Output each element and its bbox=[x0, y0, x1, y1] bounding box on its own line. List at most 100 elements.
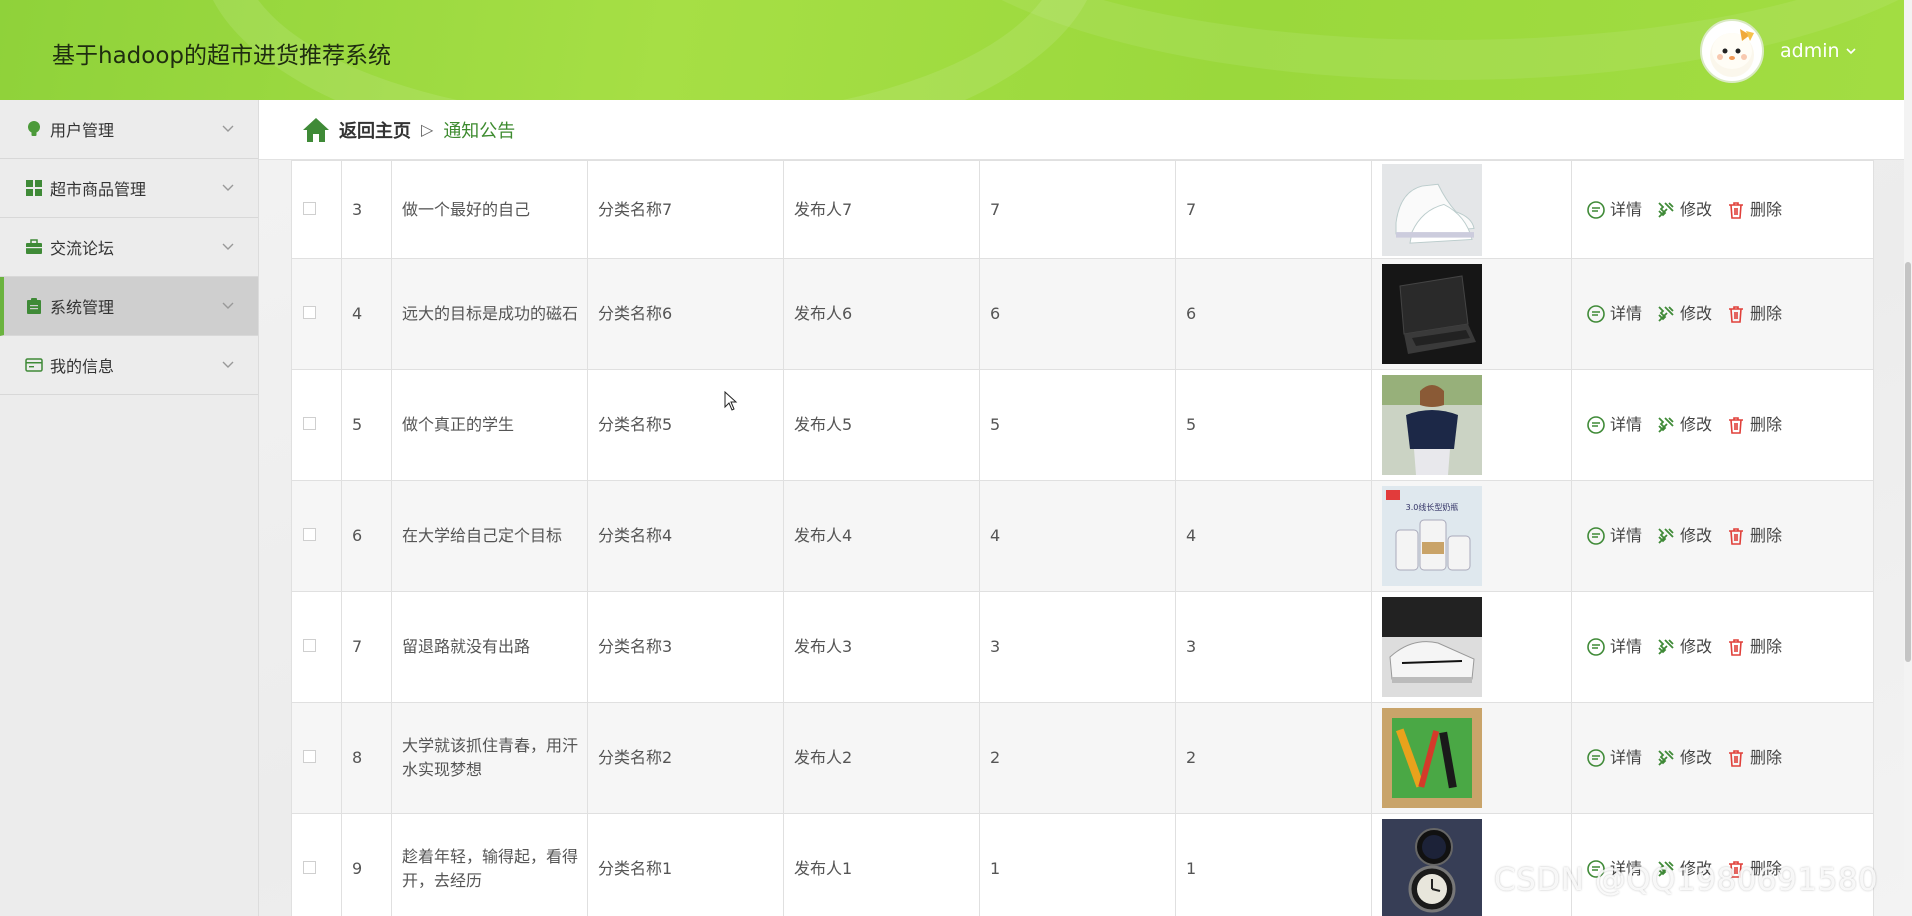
detail-button[interactable]: 详情 bbox=[1586, 746, 1642, 770]
category-cell: 分类名称3 bbox=[587, 591, 784, 703]
checkbox-cell bbox=[291, 160, 342, 259]
detail-label: 详情 bbox=[1610, 415, 1643, 434]
delete-button[interactable]: 删除 bbox=[1726, 413, 1782, 437]
scrollbar-thumb[interactable] bbox=[1905, 262, 1911, 662]
detail-label: 详情 bbox=[1610, 637, 1643, 656]
back-home-link[interactable]: 返回主页 bbox=[339, 117, 411, 143]
detail-label: 详情 bbox=[1610, 199, 1643, 219]
title-cell: 趁着年轻，输得起，看得开，去经历 bbox=[391, 813, 588, 916]
count-cell: 5 bbox=[1175, 369, 1372, 481]
count-cell: 4 bbox=[1175, 480, 1372, 592]
breadcrumb: 返回主页 ▷ 通知公告 bbox=[259, 100, 1904, 160]
sidebar-item-product-management[interactable]: 超市商品管理 bbox=[0, 159, 258, 218]
detail-label: 详情 bbox=[1610, 304, 1643, 323]
delete-label: 删除 bbox=[1750, 199, 1783, 219]
table-row: 5 做个真正的学生 分类名称5 发布人5 5 5 详情 修改 删除 bbox=[291, 369, 1874, 481]
delete-label: 删除 bbox=[1750, 415, 1783, 434]
edit-button[interactable]: 修改 bbox=[1656, 302, 1712, 326]
title-cell: 大学就该抓住青春，用汗水实现梦想 bbox=[391, 702, 588, 814]
edit-label: 修改 bbox=[1680, 748, 1713, 767]
delete-button[interactable]: 删除 bbox=[1726, 198, 1782, 222]
index-cell: 3 bbox=[341, 160, 392, 259]
detail-icon bbox=[1587, 200, 1605, 219]
sidebar-item-my-info[interactable]: 我的信息 bbox=[0, 336, 258, 395]
user-menu[interactable]: admin bbox=[1780, 40, 1856, 62]
title-cell: 远大的目标是成功的磁石 bbox=[391, 258, 588, 370]
category-cell: 分类名称5 bbox=[587, 369, 784, 481]
edit-label: 修改 bbox=[1680, 637, 1713, 656]
home-icon[interactable] bbox=[301, 116, 331, 144]
index-cell: 4 bbox=[341, 258, 392, 370]
edit-label: 修改 bbox=[1680, 199, 1713, 219]
edit-button[interactable]: 修改 bbox=[1656, 413, 1712, 437]
publisher-cell: 发布人4 bbox=[783, 480, 980, 592]
trash-icon bbox=[1729, 201, 1744, 219]
detail-icon bbox=[1587, 638, 1605, 656]
detail-button[interactable]: 详情 bbox=[1586, 413, 1642, 437]
delete-label: 删除 bbox=[1750, 748, 1783, 767]
count-cell: 7 bbox=[1175, 160, 1372, 259]
sidebar-item-system-management[interactable]: 系统管理 bbox=[0, 277, 258, 336]
edit-button[interactable]: 修改 bbox=[1656, 524, 1712, 548]
detail-button[interactable]: 详情 bbox=[1586, 524, 1642, 548]
publisher-cell: 发布人2 bbox=[783, 702, 980, 814]
publisher-cell: 发布人5 bbox=[783, 369, 980, 481]
detail-icon bbox=[1587, 305, 1605, 323]
product-image bbox=[1382, 163, 1482, 256]
delete-label: 删除 bbox=[1750, 526, 1783, 545]
count-cell: 5 bbox=[979, 369, 1176, 481]
scrollbar[interactable] bbox=[1904, 0, 1912, 916]
avatar[interactable] bbox=[1700, 19, 1764, 83]
row-checkbox[interactable] bbox=[303, 750, 316, 763]
detail-button[interactable]: 详情 bbox=[1586, 302, 1642, 326]
row-checkbox[interactable] bbox=[303, 417, 316, 430]
sidebar-item-label: 超市商品管理 bbox=[50, 180, 147, 199]
delete-button[interactable]: 删除 bbox=[1726, 524, 1782, 548]
chevron-down-icon bbox=[222, 184, 234, 191]
actions-cell: 详情 修改 删除 bbox=[1571, 369, 1874, 481]
wrench-icon bbox=[1658, 306, 1674, 322]
delete-button[interactable]: 删除 bbox=[1726, 302, 1782, 326]
row-checkbox[interactable] bbox=[303, 861, 316, 874]
row-checkbox[interactable] bbox=[303, 201, 316, 215]
edit-button[interactable]: 修改 bbox=[1656, 635, 1712, 659]
briefcase-icon bbox=[26, 239, 42, 254]
image-cell bbox=[1371, 258, 1572, 370]
edit-button[interactable]: 修改 bbox=[1656, 746, 1712, 770]
image-cell bbox=[1371, 591, 1572, 703]
row-checkbox[interactable] bbox=[303, 306, 316, 319]
checkbox-cell bbox=[291, 591, 342, 703]
chevron-down-icon bbox=[1845, 48, 1856, 55]
wrench-icon bbox=[1658, 750, 1674, 766]
mouse-cursor-icon bbox=[724, 391, 738, 411]
sidebar-item-forum[interactable]: 交流论坛 bbox=[0, 218, 258, 277]
cartoon-avatar-icon bbox=[1710, 29, 1754, 77]
clipboard-icon bbox=[27, 298, 41, 314]
delete-button[interactable]: 删除 bbox=[1726, 635, 1782, 659]
table-row: 4 远大的目标是成功的磁石 分类名称6 发布人6 6 6 详情 修改 删除 bbox=[291, 258, 1874, 370]
count-cell: 6 bbox=[979, 258, 1176, 370]
product-image bbox=[1382, 375, 1482, 475]
count-cell: 3 bbox=[979, 591, 1176, 703]
index-cell: 9 bbox=[341, 813, 392, 916]
delete-button[interactable]: 删除 bbox=[1726, 746, 1782, 770]
wrench-icon bbox=[1658, 417, 1674, 433]
detail-button[interactable]: 详情 bbox=[1586, 198, 1642, 222]
image-cell bbox=[1371, 702, 1572, 814]
edit-label: 修改 bbox=[1680, 304, 1713, 323]
count-cell: 1 bbox=[1175, 813, 1372, 916]
checkbox-cell bbox=[291, 702, 342, 814]
row-checkbox[interactable] bbox=[303, 528, 316, 541]
count-cell: 4 bbox=[979, 480, 1176, 592]
publisher-cell: 发布人6 bbox=[783, 258, 980, 370]
detail-button[interactable]: 详情 bbox=[1586, 635, 1642, 659]
sidebar-item-label: 系统管理 bbox=[50, 298, 115, 317]
row-checkbox[interactable] bbox=[303, 639, 316, 652]
wrench-icon bbox=[1658, 528, 1674, 544]
edit-button[interactable]: 修改 bbox=[1656, 198, 1712, 222]
actions-cell: 详情 修改 删除 bbox=[1571, 160, 1874, 259]
product-image bbox=[1382, 597, 1482, 697]
trash-icon bbox=[1729, 639, 1744, 656]
sidebar-item-label: 交流论坛 bbox=[50, 239, 115, 258]
sidebar-item-user-management[interactable]: 用户管理 bbox=[0, 100, 258, 159]
